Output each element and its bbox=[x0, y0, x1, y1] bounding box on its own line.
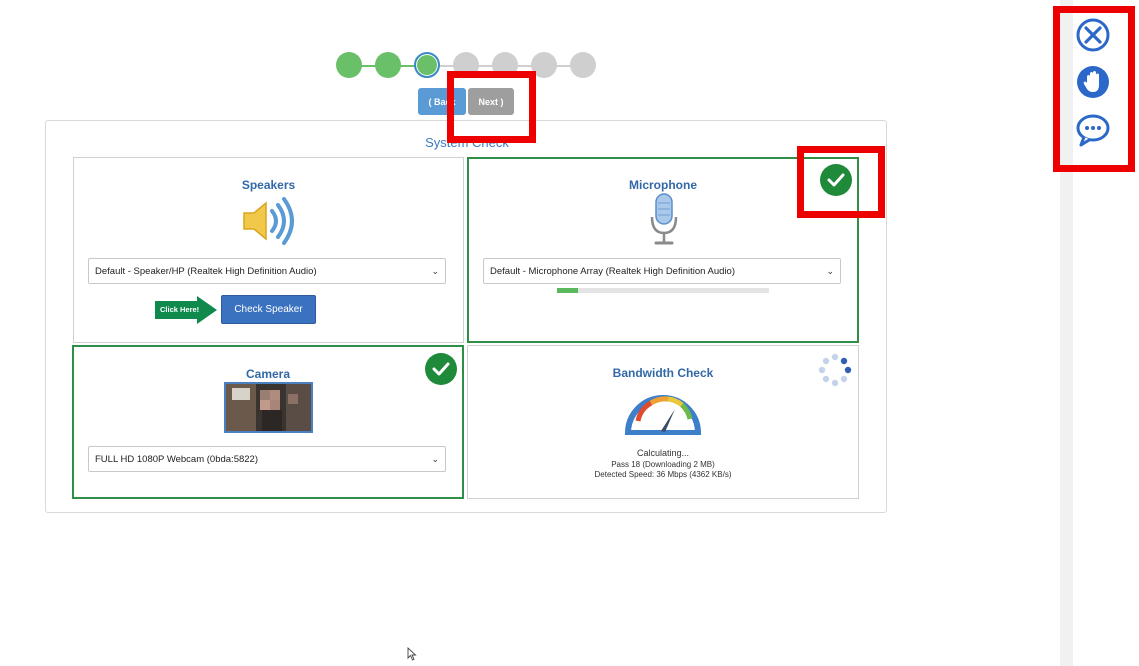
click-here-arrow: Click Here! bbox=[155, 296, 217, 324]
speaker-select-value: Default - Speaker/HP (Realtek High Defin… bbox=[95, 265, 317, 277]
raise-hand-icon[interactable] bbox=[1075, 64, 1111, 100]
chat-icon[interactable] bbox=[1075, 112, 1111, 148]
microphone-select[interactable]: Default - Microphone Array (Realtek High… bbox=[483, 258, 841, 284]
step-2 bbox=[375, 52, 401, 78]
step-5 bbox=[492, 52, 518, 78]
microphone-title: Microphone bbox=[629, 178, 697, 192]
speedometer-icon bbox=[624, 395, 702, 435]
loading-spinner-icon bbox=[818, 353, 852, 387]
camera-title: Camera bbox=[245, 367, 291, 381]
bandwidth-title: Bandwidth Check bbox=[612, 366, 714, 380]
progress-stepper bbox=[336, 52, 596, 80]
chevron-down-icon: ⌄ bbox=[431, 454, 439, 464]
camera-check-icon bbox=[425, 353, 457, 385]
step-7 bbox=[570, 52, 596, 78]
camera-preview bbox=[224, 382, 313, 433]
step-4 bbox=[453, 52, 479, 78]
check-speaker-button[interactable]: Check Speaker bbox=[221, 295, 316, 324]
step-3 bbox=[414, 52, 440, 78]
camera-select-value: FULL HD 1080P Webcam (0bda:5822) bbox=[95, 453, 258, 465]
microphone-icon bbox=[650, 193, 678, 245]
step-1 bbox=[336, 52, 362, 78]
microphone-level-fill bbox=[557, 288, 579, 293]
step-6 bbox=[531, 52, 557, 78]
microphone-card: Microphone bbox=[467, 157, 859, 343]
microphone-check-icon bbox=[820, 164, 852, 196]
panel-title: System Check bbox=[425, 135, 509, 150]
microphone-level-meter bbox=[557, 288, 769, 293]
speaker-icon bbox=[243, 197, 294, 245]
bandwidth-status: Calculating... bbox=[636, 448, 690, 458]
mouse-cursor-icon bbox=[407, 647, 417, 661]
chevron-down-icon: ⌄ bbox=[431, 266, 439, 276]
chevron-down-icon: ⌄ bbox=[826, 266, 834, 276]
speakers-title: Speakers bbox=[241, 178, 296, 192]
close-icon[interactable] bbox=[1075, 17, 1111, 53]
bandwidth-pass: Pass 18 (Downloading 2 MB) bbox=[611, 460, 715, 469]
sidebar-scroll-strip bbox=[1060, 0, 1073, 666]
microphone-select-value: Default - Microphone Array (Realtek High… bbox=[490, 265, 736, 277]
back-button[interactable]: ( Back bbox=[418, 88, 466, 115]
bandwidth-speed: Detected Speed: 36 Mbps (4362 KB/s) bbox=[594, 470, 732, 479]
camera-select[interactable]: FULL HD 1080P Webcam (0bda:5822) ⌄ bbox=[88, 446, 446, 472]
next-button[interactable]: Next ) bbox=[468, 88, 514, 115]
click-here-label: Click Here! bbox=[160, 305, 200, 314]
speaker-select[interactable]: Default - Speaker/HP (Realtek High Defin… bbox=[88, 258, 446, 284]
